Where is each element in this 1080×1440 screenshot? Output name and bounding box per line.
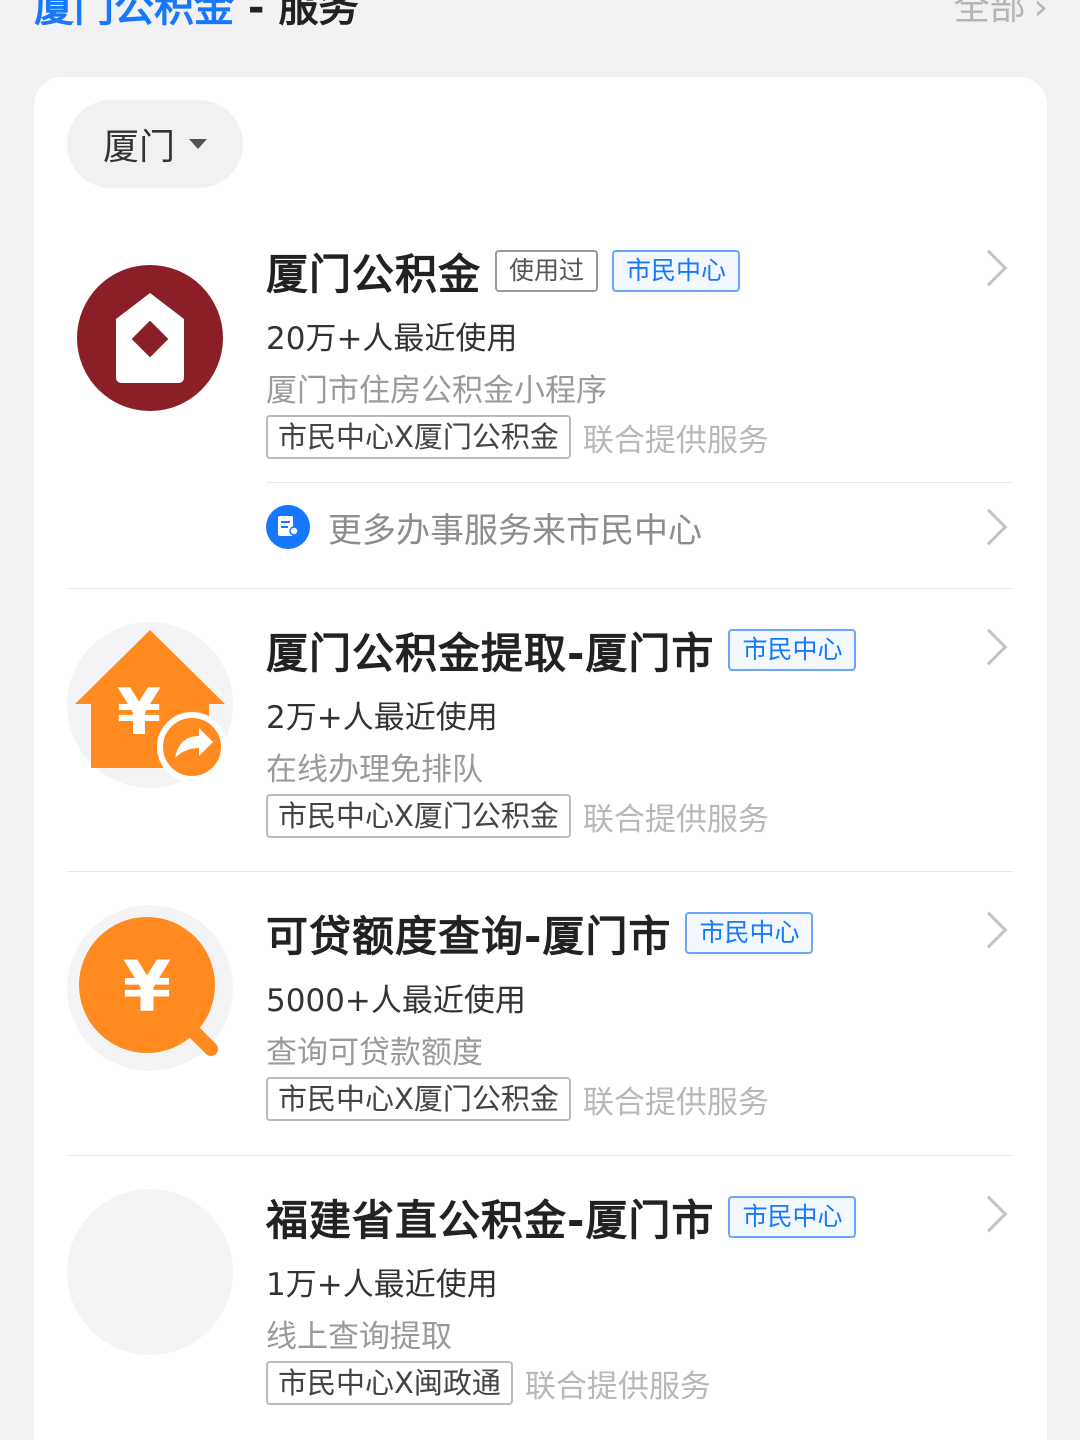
provider-suffix: 联合提供服务 (524, 1368, 711, 1405)
citizen-center-icon (266, 505, 310, 549)
service-provider: 市民中心X厦门公积金 联合提供服务 (266, 415, 769, 459)
service-provider: 市民中心X闽政通 联合提供服务 (266, 1361, 711, 1405)
chevron-right-icon (970, 249, 1008, 287)
service-description: 在线办理免排队 (266, 752, 483, 788)
provider-suffix: 联合提供服务 (582, 422, 769, 459)
service-item-fujian-gjj[interactable]: 福建省直公积金-厦门市 市民中心 1万+人最近使用 线上查询提取 市民中心X闽政… (34, 1189, 1047, 1440)
service-item-loan-quota[interactable]: ¥ 可贷额度查询-厦门市 市民中心 5000+人最近使用 查询可贷款额度 市民中… (34, 905, 1047, 1189)
citizen-center-badge: 市民中心 (685, 912, 814, 954)
services-card: 厦门 厦门公积金 使用过 市民中心 20万+人最近使用 厦门市住房公积金小程序 … (34, 77, 1047, 1440)
house-yuan-transfer-icon: ¥ (67, 622, 233, 788)
service-title-row: 厦门公积金提取-厦门市 市民中心 (266, 626, 857, 678)
svg-text:¥: ¥ (117, 676, 162, 750)
chevron-right-icon (970, 628, 1008, 666)
citizen-center-badge: 市民中心 (728, 629, 857, 671)
service-title-row: 厦门公积金 使用过 市民中心 (266, 247, 741, 299)
divider (67, 1155, 1013, 1156)
chevron-right-icon (970, 911, 1008, 949)
service-usage: 20万+人最近使用 (266, 321, 518, 357)
service-title: 厦门公积金 (266, 249, 482, 299)
city-filter-label: 厦门 (102, 127, 175, 168)
view-all-label: 全部 (953, 0, 1026, 28)
divider (266, 482, 1013, 483)
divider (67, 588, 1013, 589)
more-services-link[interactable]: 更多办事服务来市民中心 (266, 502, 1013, 552)
service-provider: 市民中心X厦门公积金 联合提供服务 (266, 794, 769, 838)
placeholder-icon (67, 1189, 233, 1355)
service-usage: 1万+人最近使用 (266, 1267, 498, 1303)
chevron-right-icon: › (1033, 0, 1048, 28)
section-title-highlight: 厦门公积金 (34, 0, 234, 31)
section-title: 厦门公积金 - 服务 (34, 0, 358, 34)
section-title-rest: - 服务 (234, 0, 359, 31)
service-description: 查询可贷款额度 (266, 1035, 483, 1071)
svg-text:¥: ¥ (123, 946, 172, 1028)
used-badge: 使用过 (495, 250, 599, 292)
provider-tag: 市民中心X厦门公积金 (266, 415, 571, 459)
service-usage: 5000+人最近使用 (266, 983, 526, 1019)
chevron-right-icon (970, 1195, 1008, 1233)
service-description: 厦门市住房公积金小程序 (266, 373, 607, 409)
caret-down-icon (189, 139, 207, 149)
citizen-center-badge: 市民中心 (612, 250, 741, 292)
page-header: 厦门公积金 - 服务 全部 › (0, 0, 1080, 42)
city-filter-dropdown[interactable]: 厦门 (67, 100, 243, 188)
house-diamond-icon (67, 255, 233, 421)
service-title: 福建省直公积金-厦门市 (266, 1195, 715, 1245)
provider-suffix: 联合提供服务 (582, 801, 769, 838)
citizen-center-badge: 市民中心 (728, 1196, 857, 1238)
view-all-link[interactable]: 全部 › (954, 0, 1048, 34)
provider-tag: 市民中心X厦门公积金 (266, 1077, 571, 1121)
yuan-search-icon: ¥ (67, 905, 233, 1071)
service-usage: 2万+人最近使用 (266, 700, 498, 736)
chevron-right-icon (970, 508, 1008, 546)
provider-tag: 市民中心X闽政通 (266, 1361, 513, 1405)
provider-tag: 市民中心X厦门公积金 (266, 794, 571, 838)
service-provider: 市民中心X厦门公积金 联合提供服务 (266, 1077, 769, 1121)
service-title: 厦门公积金提取-厦门市 (266, 628, 715, 678)
divider (67, 871, 1013, 872)
more-services-label: 更多办事服务来市民中心 (328, 510, 702, 551)
service-title: 可贷额度查询-厦门市 (266, 911, 672, 961)
service-title-row: 可贷额度查询-厦门市 市民中心 (266, 909, 814, 961)
service-item-gjj-withdraw[interactable]: ¥ 厦门公积金提取-厦门市 市民中心 2万+人最近使用 在线办理免排队 市民中心… (34, 622, 1047, 906)
service-description: 线上查询提取 (266, 1319, 452, 1355)
service-title-row: 福建省直公积金-厦门市 市民中心 (266, 1193, 857, 1245)
provider-suffix: 联合提供服务 (582, 1084, 769, 1121)
